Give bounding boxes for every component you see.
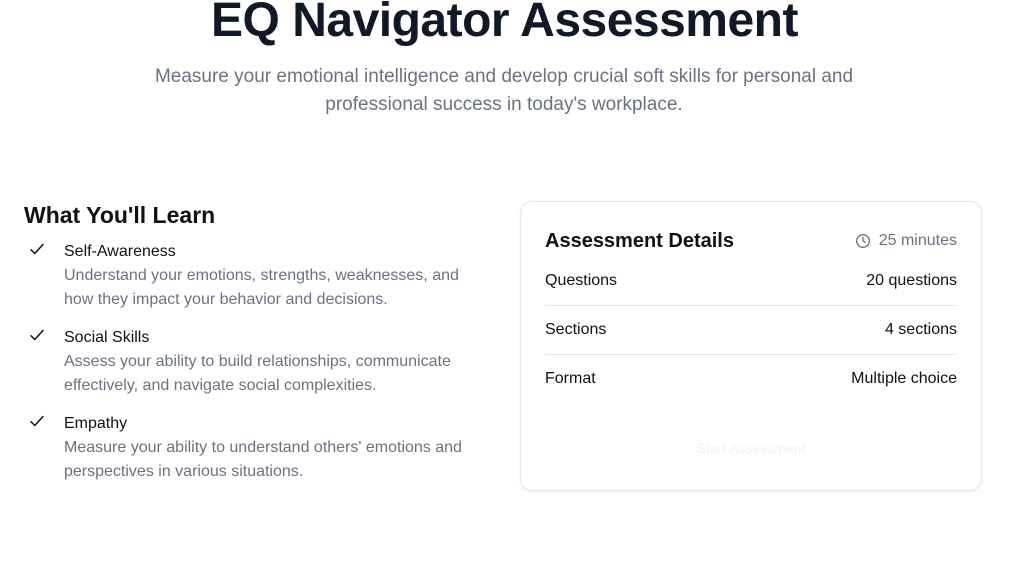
detail-label: Format bbox=[545, 370, 596, 387]
duration-badge: 25 minutes bbox=[855, 230, 957, 252]
check-icon bbox=[30, 329, 44, 341]
start-assessment-button[interactable]: Start Assessment bbox=[545, 430, 957, 466]
learn-heading: What You'll Learn bbox=[24, 202, 216, 228]
detail-row-sections: Sections 4 sections bbox=[545, 306, 957, 355]
detail-value: 4 sections bbox=[884, 321, 957, 338]
learn-item-description: Measure your ability to understand other… bbox=[64, 439, 462, 480]
page-title: EQ Navigator Assessment bbox=[211, 0, 798, 47]
check-icon bbox=[30, 415, 44, 427]
learn-item-title: Empathy bbox=[64, 415, 128, 432]
assessment-details-card: Assessment Details 25 minutes Questions … bbox=[520, 201, 982, 491]
learn-item-social-skills: Social Skills Assess your ability to bui… bbox=[24, 326, 474, 398]
clock-icon bbox=[855, 234, 870, 248]
learn-item-title: Social Skills bbox=[64, 329, 150, 346]
card-title: Assessment Details bbox=[545, 230, 734, 252]
learn-list: Self-Awareness Understand your emotions,… bbox=[24, 240, 474, 484]
detail-row-questions: Questions 20 questions bbox=[545, 257, 957, 306]
detail-label: Questions bbox=[545, 272, 618, 289]
check-icon bbox=[30, 243, 44, 255]
detail-rows: Questions 20 questions Sections 4 sectio… bbox=[545, 257, 957, 403]
detail-row-format: Format Multiple choice bbox=[545, 355, 957, 403]
learn-item-title: Self-Awareness bbox=[64, 243, 176, 260]
page-subtitle: Measure your emotional intelligence and … bbox=[154, 66, 854, 115]
detail-value: 20 questions bbox=[866, 272, 957, 289]
learn-item-description: Assess your ability to build relationshi… bbox=[64, 353, 451, 394]
duration-text: 25 minutes bbox=[878, 232, 957, 249]
what-you-learn-section: What You'll Learn Self-Awareness Underst… bbox=[24, 200, 474, 500]
page: EQ Navigator Assessment Measure your emo… bbox=[0, 0, 1023, 561]
detail-value: Multiple choice bbox=[851, 370, 957, 387]
learn-item-description: Understand your emotions, strengths, wea… bbox=[64, 267, 459, 308]
card-header: Assessment Details 25 minutes bbox=[545, 227, 957, 255]
learn-item-empathy: Empathy Measure your ability to understa… bbox=[24, 412, 474, 484]
learn-item-self-awareness: Self-Awareness Understand your emotions,… bbox=[24, 240, 474, 312]
detail-label: Sections bbox=[545, 321, 607, 338]
